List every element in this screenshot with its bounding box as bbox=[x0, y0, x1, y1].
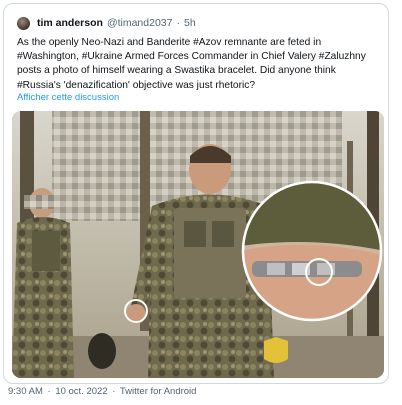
tweet-card[interactable]: tim anderson @timand2037 · 5h As the ope… bbox=[3, 3, 389, 384]
tweet-text: As the openly Neo-Nazi and Banderite #Az… bbox=[17, 37, 366, 91]
author-avatar[interactable] bbox=[17, 16, 30, 30]
footer-separator: · bbox=[47, 386, 51, 397]
tweet-date[interactable]: 10 oct. 2022 bbox=[55, 386, 107, 397]
header-separator: · bbox=[176, 17, 180, 29]
tweet-photo[interactable] bbox=[12, 111, 384, 378]
tweet-age[interactable]: 5h bbox=[184, 17, 196, 29]
photo-image bbox=[12, 111, 384, 378]
author-handle[interactable]: @timand2037 bbox=[107, 17, 173, 29]
author-name[interactable]: tim anderson bbox=[37, 17, 103, 29]
show-thread-link[interactable]: Afficher cette discussion bbox=[17, 92, 119, 103]
footer-separator-2: · bbox=[112, 386, 116, 397]
tweet-source: Twitter for Android bbox=[119, 386, 197, 397]
tweet-footer: 9:30 AM · 10 oct. 2022 · Twitter for And… bbox=[8, 386, 196, 397]
tweet-time[interactable]: 9:30 AM bbox=[8, 386, 43, 397]
tweet-header: tim anderson @timand2037 · 5h bbox=[17, 14, 196, 32]
